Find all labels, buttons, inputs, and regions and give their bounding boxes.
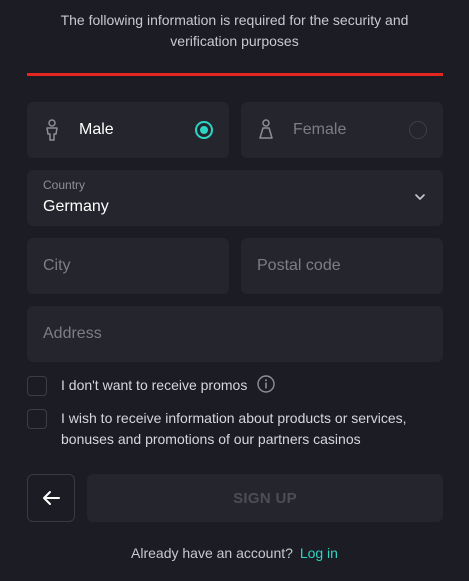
sign-up-button[interactable]: SIGN UP — [87, 474, 443, 522]
partners-info-checkbox[interactable] — [27, 409, 47, 429]
address-input[interactable]: Address — [27, 306, 443, 362]
male-person-icon — [46, 119, 58, 141]
postal-code-placeholder: Postal code — [257, 257, 341, 274]
arrow-left-icon — [43, 491, 60, 505]
progress-divider — [27, 73, 443, 76]
partners-info-label: I wish to receive information about prod… — [61, 410, 407, 447]
back-button[interactable] — [27, 474, 75, 522]
login-prompt-text: Already have an account? — [131, 545, 293, 561]
gender-female-radio[interactable] — [409, 121, 427, 139]
address-placeholder: Address — [43, 325, 102, 342]
postal-code-input[interactable]: Postal code — [241, 238, 443, 294]
country-select[interactable]: Country Germany — [27, 170, 443, 226]
info-icon[interactable] — [257, 375, 276, 393]
city-placeholder: City — [43, 257, 71, 274]
gender-option-female[interactable]: Female — [241, 102, 443, 158]
partners-info-option[interactable]: I wish to receive information about prod… — [27, 408, 417, 450]
city-input[interactable]: City — [27, 238, 229, 294]
gender-option-male[interactable]: Male — [27, 102, 229, 158]
country-label: Country — [43, 178, 86, 192]
chevron-down-icon — [415, 194, 425, 200]
gender-male-label: Male — [79, 121, 114, 138]
no-promos-option[interactable]: I don't want to receive promos — [27, 375, 276, 396]
gender-female-label: Female — [293, 121, 347, 138]
gender-male-radio[interactable] — [195, 121, 213, 139]
intro-text: The following information is required fo… — [60, 12, 409, 49]
no-promos-checkbox[interactable] — [27, 375, 47, 396]
login-link[interactable]: Log in — [300, 545, 338, 561]
login-prompt: Already have an account? Log in — [0, 545, 469, 561]
no-promos-label: I don't want to receive promos — [61, 377, 248, 393]
female-person-icon — [259, 119, 273, 139]
country-value: Germany — [43, 198, 109, 215]
